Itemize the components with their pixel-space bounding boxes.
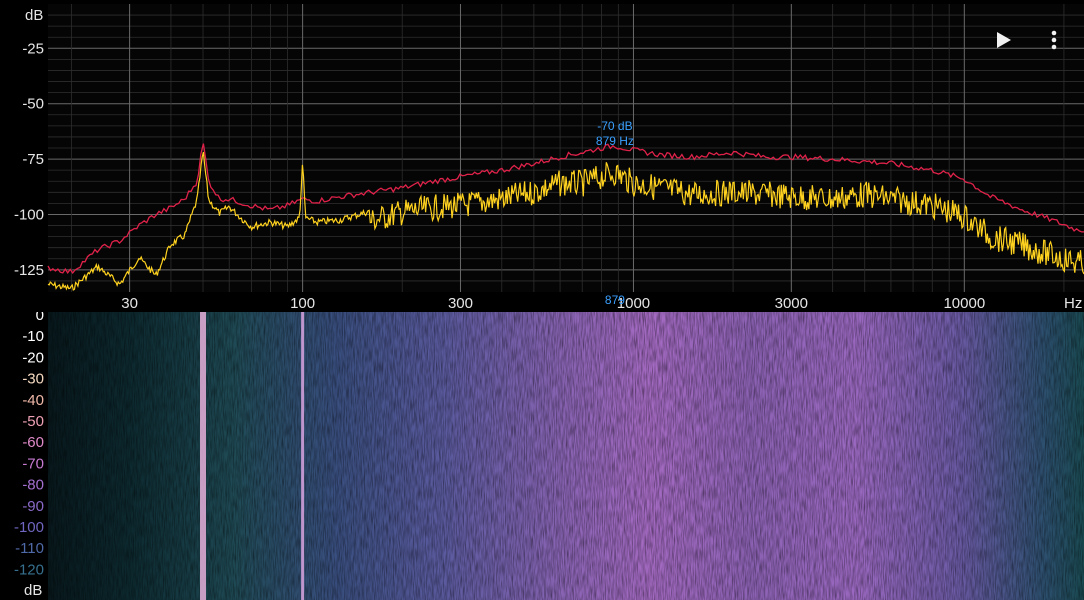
more-options-button[interactable]: [1042, 28, 1066, 52]
spectrogram-scale-label: -50: [22, 413, 44, 430]
x-tick-label: 100: [290, 295, 315, 312]
y-tick-label: -100: [14, 206, 44, 223]
x-tick-label: 3000: [775, 295, 808, 312]
spectrogram-scale-label: -90: [22, 498, 44, 515]
spectrogram-scale-label: -20: [22, 349, 44, 366]
peak-cursor-label: 879: [605, 293, 625, 307]
spectrum-chart[interactable]: -25-50-75-100-125 30 100 300 1000 3000 10000 …: [0, 0, 1084, 312]
spectrogram-scale-label: -40: [22, 392, 44, 409]
y-tick-label: -75: [22, 151, 44, 168]
x-tick-label: 10000: [943, 295, 985, 312]
y-tick-label: -50: [22, 96, 44, 113]
y-tick-label: -25: [22, 40, 44, 57]
spectrogram-scale-label: -10: [22, 328, 44, 345]
spectrogram-scale-label: -70: [22, 455, 44, 472]
spectrogram-tone-line: [200, 312, 207, 600]
x-tick-label: 300: [448, 295, 473, 312]
y-axis-unit: dB: [25, 7, 43, 24]
spectrogram-tone-line: [301, 312, 305, 600]
peak-frequency-label: 879 Hz: [596, 134, 634, 148]
x-tick-label: 30: [121, 295, 138, 312]
spectrogram-scale-label: -110: [15, 540, 44, 557]
more-vert-icon: [1051, 30, 1057, 50]
spectrogram-view[interactable]: 0 -10 -20 -30 -40 -50 -60 -70 -80 -90 -100 -110 -120…: [0, 312, 1084, 600]
toolbar: [992, 28, 1066, 52]
spectrogram-scale-label: -100: [14, 519, 44, 536]
spectrogram-unit: dB: [24, 582, 42, 599]
x-axis-unit: Hz: [1064, 295, 1082, 312]
spectrogram-scale-label: 0: [36, 312, 44, 324]
play-button[interactable]: [992, 28, 1016, 52]
spectrogram-scale-label: -30: [22, 371, 44, 388]
peak-level-label: -70 dB: [597, 119, 632, 133]
play-icon: [997, 32, 1011, 48]
y-tick-label: -125: [14, 262, 44, 279]
spectrogram-scale-label: -80: [22, 477, 44, 494]
spectrogram-scale-label: -60: [22, 434, 44, 451]
spectrogram-scale-label: -120: [14, 561, 44, 578]
